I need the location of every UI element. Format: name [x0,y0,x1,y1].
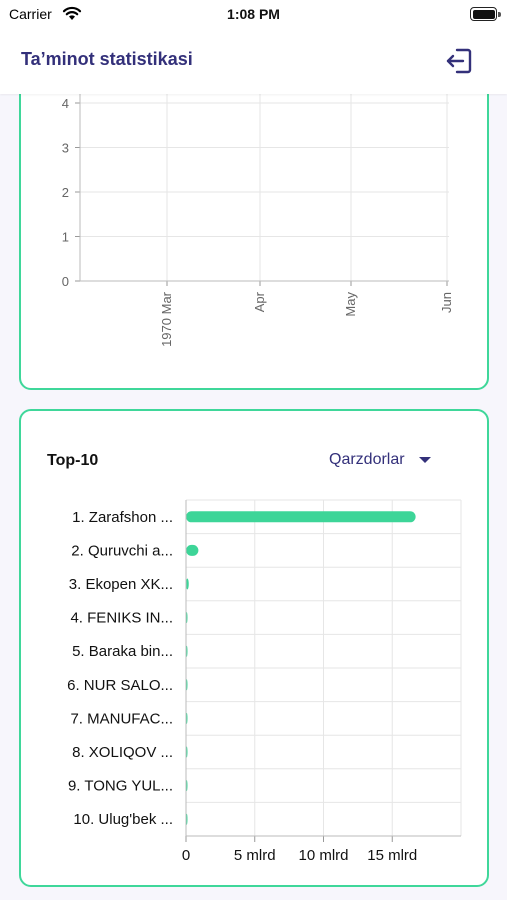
page-title: Ta’minot statistikasi [21,49,193,69]
time-chart-card: 0 1 2 3 4 1970 Mar Apr May Jun [19,60,489,390]
bar [186,544,199,556]
category-label: 5. Baraka bin... [72,643,173,660]
category-label: 3. Ekopen XK... [69,576,173,593]
category-label: 9. TONG YUL... [68,778,173,795]
x-tick-label: May [343,292,358,317]
status-bar: Carrier 1:08 PM [0,0,507,30]
y-tick-label: 3 [62,141,69,156]
y-tick-label: 1 [62,230,69,245]
x-tick-label: 5 mlrd [234,847,276,864]
filter-dropdown[interactable]: Qarzdorlar [329,451,431,469]
category-label: 10. Ulug'bek ... [73,811,173,828]
top10-card: Top-10 Qarzdorlar 0 5 mlrd 10 mlrd 15 mlrd 1… [19,409,489,887]
filter-dropdown-label: Qarzdorlar [329,451,405,468]
clock: 1:08 PM [227,6,280,22]
x-tick-label: Jun [439,292,454,313]
category-label: 2. Quruvchi a... [71,542,173,559]
category-label: 7. MANUFAC... [70,710,173,727]
chevron-down-icon [418,457,431,463]
y-tick-label: 2 [62,185,69,200]
x-tick-label: 10 mlrd [298,847,348,864]
top10-bar-chart: 0 5 mlrd 10 mlrd 15 mlrd 1. Zarafshon ... 2. … [67,499,462,864]
y-tick-label: 0 [62,274,69,289]
time-chart: 0 1 2 3 4 1970 Mar Apr May Jun [62,62,454,347]
category-label: 8. XOLIQOV ... [72,744,173,761]
x-tick-label: 0 [182,847,190,864]
top10-title: Top-10 [47,452,99,469]
y-tick-label: 4 [62,96,69,111]
battery-icon [470,7,501,21]
bar [186,511,416,523]
category-label: 4. FENIKS IN... [70,610,173,627]
category-label: 6. NUR SALO... [67,677,173,694]
x-tick-label: 15 mlrd [367,847,417,864]
x-tick-label: 1970 Mar [159,291,174,347]
app-header: Ta’minot statistikasi [0,30,507,94]
category-label: 1. Zarafshon ... [72,509,173,526]
logout-icon[interactable] [442,44,476,78]
x-tick-label: Apr [252,291,267,312]
